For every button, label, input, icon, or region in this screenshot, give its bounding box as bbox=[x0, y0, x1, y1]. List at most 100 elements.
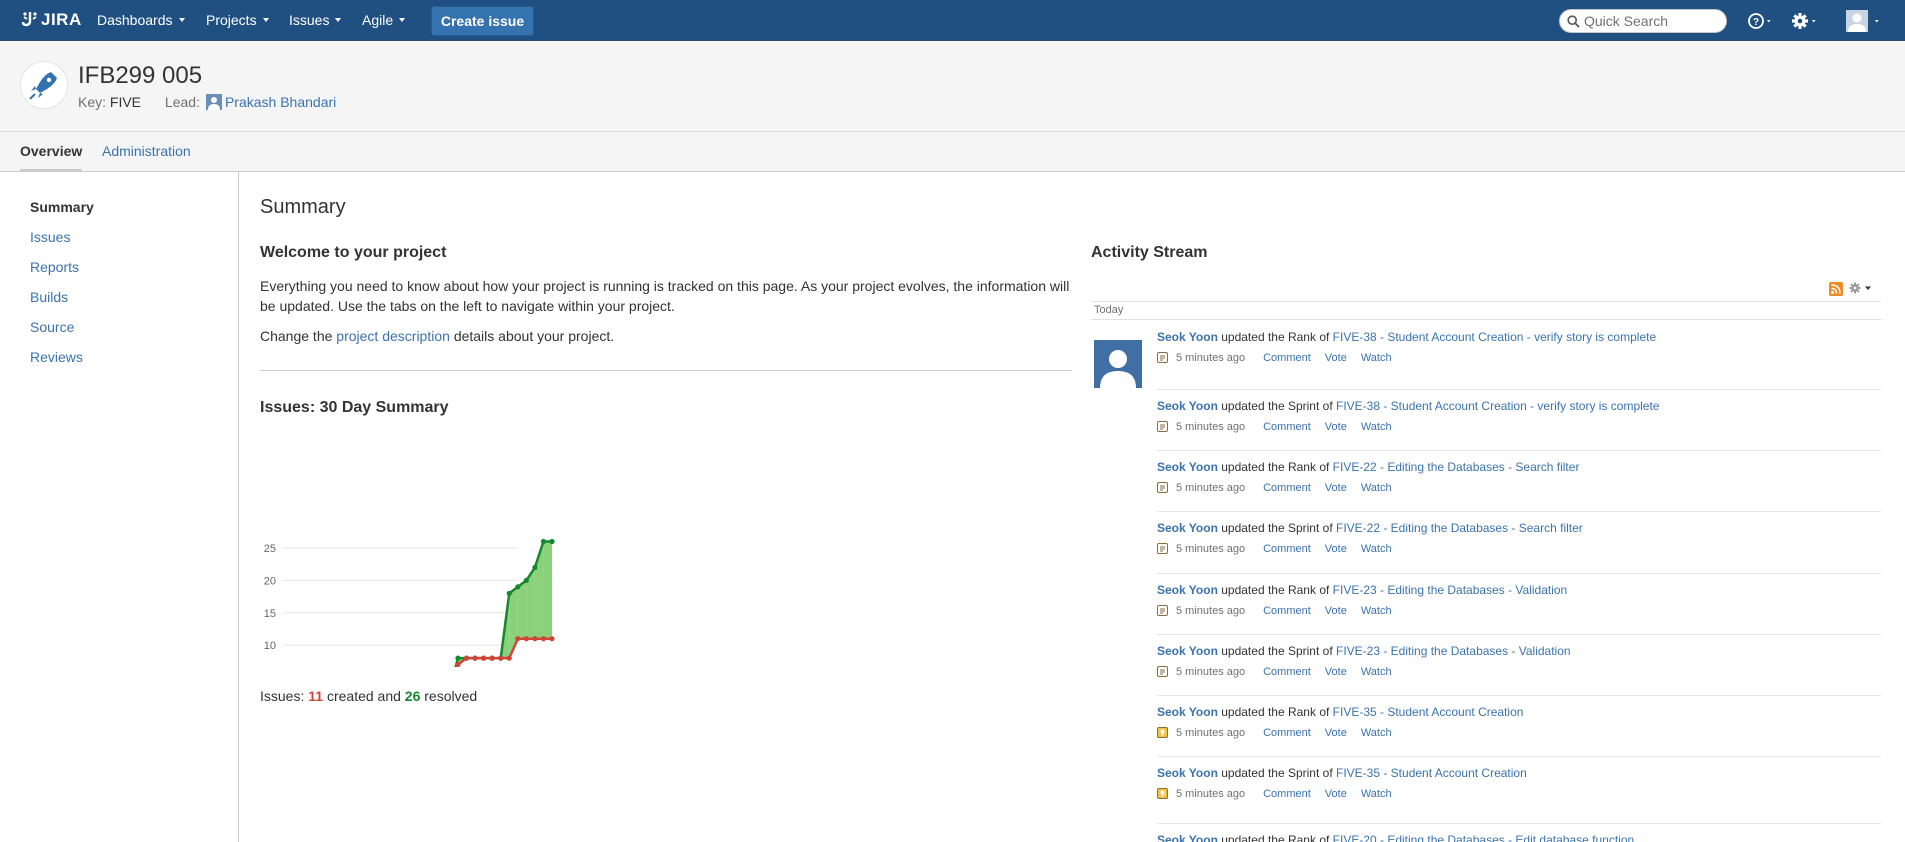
jira-logo[interactable]: JIRA bbox=[20, 10, 82, 30]
activity-issue-link[interactable]: FIVE-22 - Editing the Databases - Search… bbox=[1333, 460, 1580, 474]
activity-entry-text: Seok Yoon updated the Rank of FIVE-35 - … bbox=[1157, 705, 1881, 719]
activity-comment-link[interactable]: Comment bbox=[1263, 352, 1311, 364]
activity-vote-link[interactable]: Vote bbox=[1325, 543, 1347, 555]
project-lead-link[interactable]: Prakash Bhandari bbox=[225, 94, 336, 110]
activity-comment-link[interactable]: Comment bbox=[1263, 666, 1311, 678]
activity-user-link[interactable]: Seok Yoon bbox=[1157, 644, 1218, 658]
project-description-link[interactable]: project description bbox=[336, 328, 450, 344]
entry-divider bbox=[1157, 634, 1881, 635]
sidebar-item-summary[interactable]: Summary bbox=[30, 199, 94, 215]
activity-user-link[interactable]: Seok Yoon bbox=[1157, 399, 1218, 413]
entry-divider bbox=[1157, 511, 1881, 512]
activity-user-link[interactable]: Seok Yoon bbox=[1157, 583, 1218, 597]
rss-feed-icon[interactable] bbox=[1829, 282, 1843, 296]
resolved-series-line-point bbox=[549, 538, 555, 545]
sidebar-item-source[interactable]: Source bbox=[30, 319, 74, 335]
activity-vote-link[interactable]: Vote bbox=[1325, 482, 1347, 494]
stream-settings-gear-icon[interactable] bbox=[1849, 281, 1875, 295]
created-series-line-point bbox=[506, 655, 512, 661]
activity-vote-link[interactable]: Vote bbox=[1325, 666, 1347, 678]
activity-entry: Seok Yoon updated the Sprint of FIVE-22 … bbox=[1157, 521, 1881, 559]
activity-watch-link[interactable]: Watch bbox=[1361, 352, 1392, 364]
activity-comment-link[interactable]: Comment bbox=[1263, 727, 1311, 739]
activity-tools bbox=[1829, 280, 1879, 298]
activity-issue-link[interactable]: FIVE-23 - Editing the Databases - Valida… bbox=[1333, 583, 1568, 597]
activity-user-link[interactable]: Seok Yoon bbox=[1157, 460, 1218, 474]
activity-entry-meta: 5 minutes ago Comment Vote Watch bbox=[1157, 666, 1881, 682]
resolved-series-line-point bbox=[515, 584, 521, 590]
activity-watch-link[interactable]: Watch bbox=[1361, 788, 1392, 800]
activity-comment-link[interactable]: Comment bbox=[1263, 482, 1311, 494]
seok-yoon-avatar[interactable] bbox=[1094, 340, 1142, 388]
activity-issue-link[interactable]: FIVE-20 - Editing the Databases - Edit d… bbox=[1333, 833, 1635, 842]
nav-dashboards-menu[interactable]: Dashboards bbox=[97, 12, 185, 28]
issues-chart-svg: 05101520257-Apr14-Apr21-Apr28-Apr bbox=[264, 538, 555, 731]
activity-verb: updated the Sprint of bbox=[1217, 766, 1336, 780]
activity-issue-link[interactable]: FIVE-23 - Editing the Databases - Valida… bbox=[1336, 644, 1571, 658]
project-meta: Key: FIVE Lead: Prakash Bhandari bbox=[78, 94, 336, 110]
activity-user-link[interactable]: Seok Yoon bbox=[1157, 705, 1218, 719]
create-issue-button[interactable]: Create issue bbox=[431, 6, 534, 36]
issues-30-day-chart: 05101520257-Apr14-Apr21-Apr28-Apr bbox=[240, 437, 660, 731]
activity-issue-link[interactable]: FIVE-38 - Student Account Creation - ver… bbox=[1336, 399, 1659, 413]
tab-administration[interactable]: Administration bbox=[102, 143, 191, 159]
activity-comment-link[interactable]: Comment bbox=[1263, 788, 1311, 800]
activity-user-link[interactable]: Seok Yoon bbox=[1157, 330, 1218, 344]
activity-entry-text: Seok Yoon updated the Sprint of FIVE-22 … bbox=[1157, 521, 1881, 535]
activity-timestamp: 5 minutes ago bbox=[1176, 421, 1246, 433]
activity-watch-link[interactable]: Watch bbox=[1361, 605, 1392, 617]
created-series-line-point bbox=[532, 636, 538, 642]
activity-issue-link[interactable]: FIVE-22 - Editing the Databases - Search… bbox=[1336, 521, 1583, 535]
activity-watch-link[interactable]: Watch bbox=[1361, 543, 1392, 555]
entry-divider bbox=[1157, 389, 1881, 390]
nav-issues-label: Issues bbox=[289, 12, 330, 28]
nav-agile-label: Agile bbox=[362, 12, 394, 28]
activity-watch-link[interactable]: Watch bbox=[1361, 666, 1392, 678]
activity-watch-link[interactable]: Watch bbox=[1361, 421, 1392, 433]
tab-overview[interactable]: Overview bbox=[20, 143, 83, 171]
sidebar-item-reviews[interactable]: Reviews bbox=[30, 349, 83, 365]
nav-projects-menu[interactable]: Projects bbox=[206, 12, 269, 28]
activity-entry-text: Seok Yoon updated the Rank of FIVE-22 - … bbox=[1157, 460, 1881, 474]
user-profile-menu[interactable] bbox=[1844, 9, 1884, 33]
activity-watch-link[interactable]: Watch bbox=[1361, 727, 1392, 739]
activity-user-link[interactable]: Seok Yoon bbox=[1157, 833, 1218, 842]
help-menu[interactable]: ? bbox=[1747, 9, 1777, 33]
activity-vote-link[interactable]: Vote bbox=[1325, 788, 1347, 800]
divider bbox=[260, 370, 1072, 371]
settings-menu[interactable] bbox=[1791, 9, 1821, 33]
story-type-icon bbox=[1157, 605, 1168, 616]
activity-comment-link[interactable]: Comment bbox=[1263, 543, 1311, 555]
activity-user-link[interactable]: Seok Yoon bbox=[1157, 766, 1218, 780]
activity-vote-link[interactable]: Vote bbox=[1325, 727, 1347, 739]
activity-entry: Seok Yoon updated the Rank of FIVE-38 - … bbox=[1157, 330, 1881, 368]
activity-vote-link[interactable]: Vote bbox=[1325, 352, 1347, 364]
jira-logo-icon bbox=[21, 12, 37, 27]
activity-user-link[interactable]: Seok Yoon bbox=[1157, 521, 1218, 535]
sidebar-item-builds[interactable]: Builds bbox=[30, 289, 68, 305]
created-count: 11 bbox=[308, 688, 324, 704]
activity-comment-link[interactable]: Comment bbox=[1263, 421, 1311, 433]
activity-comment-link[interactable]: Comment bbox=[1263, 605, 1311, 617]
resolved-series-line-point bbox=[455, 655, 461, 661]
sidebar-item-reports[interactable]: Reports bbox=[30, 259, 79, 275]
sidebar-item-issues[interactable]: Issues bbox=[30, 229, 70, 245]
activity-issue-link[interactable]: FIVE-35 - Student Account Creation bbox=[1336, 766, 1527, 780]
y-tick-label: 10 bbox=[264, 640, 276, 652]
project-avatar[interactable] bbox=[20, 61, 68, 109]
nav-agile-menu[interactable]: Agile bbox=[362, 12, 406, 28]
nav-issues-menu[interactable]: Issues bbox=[289, 12, 342, 28]
activity-vote-link[interactable]: Vote bbox=[1325, 421, 1347, 433]
activity-timestamp: 5 minutes ago bbox=[1176, 605, 1246, 617]
activity-issue-link[interactable]: FIVE-38 - Student Account Creation - ver… bbox=[1333, 330, 1656, 344]
activity-watch-link[interactable]: Watch bbox=[1361, 482, 1392, 494]
activity-entry-text: Seok Yoon updated the Sprint of FIVE-38 … bbox=[1157, 399, 1881, 413]
activity-vote-link[interactable]: Vote bbox=[1325, 605, 1347, 617]
activity-issue-link[interactable]: FIVE-35 - Student Account Creation bbox=[1333, 705, 1524, 719]
resolved-word: resolved bbox=[424, 688, 478, 704]
activity-timestamp: 5 minutes ago bbox=[1176, 666, 1246, 678]
activity-entry-meta: 5 minutes ago Comment Vote Watch bbox=[1157, 543, 1881, 559]
entry-divider bbox=[1157, 573, 1881, 574]
project-title: IFB299 005 bbox=[78, 62, 203, 89]
quick-search-input[interactable] bbox=[1584, 12, 1722, 30]
